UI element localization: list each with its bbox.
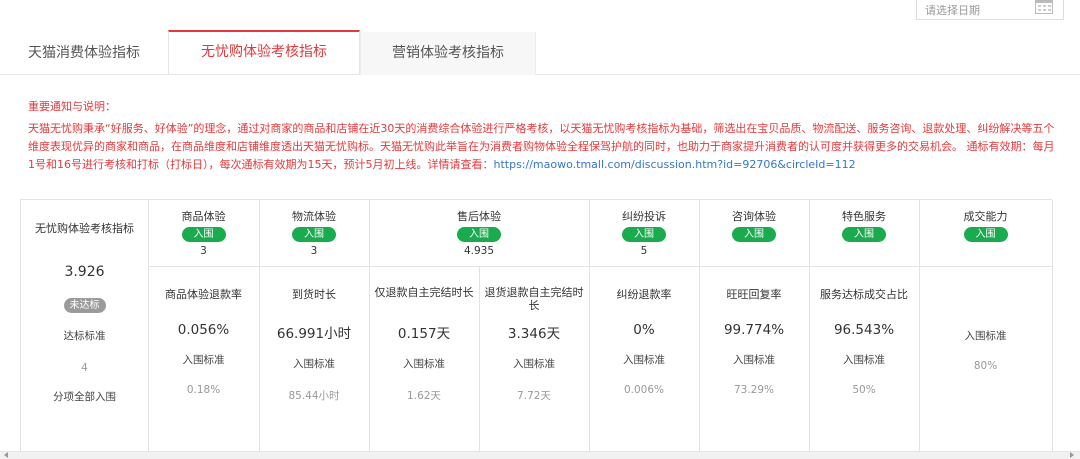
metric-transaction: 入围标准 80% xyxy=(919,328,1052,372)
metric-name: 服务达标成交占比 xyxy=(820,288,908,301)
standard-label: 达标标准 xyxy=(63,330,106,342)
category-name: 物流体验 xyxy=(292,210,336,223)
metric-threshold: 85.44小时 xyxy=(288,390,340,402)
metric-standard-label: 入围标准 xyxy=(403,358,445,370)
notice-link[interactable]: https://maowo.tmall.com/discussion.htm?i… xyxy=(494,158,856,171)
metric-value: 0.157天 xyxy=(397,326,451,342)
pass-badge: 入围 xyxy=(963,227,1008,242)
category-name: 售后体验 xyxy=(457,210,501,223)
category-consultation: 咨询体验 入围 xyxy=(699,208,809,242)
metric-name: 仅退款自主完结时长 xyxy=(374,286,474,299)
pass-badge: 入围 xyxy=(457,227,501,242)
metric-delivery-time: 到货时长 66.991小时 入围标准 85.44小时 xyxy=(259,286,369,403)
status-badge: 未达标 xyxy=(63,298,106,313)
category-after-sales: 售后体验 入围 4.935 xyxy=(369,208,589,257)
metric-name: 到货时长 xyxy=(292,288,336,301)
calendar-icon[interactable] xyxy=(1035,0,1053,14)
metric-threshold: 0.18% xyxy=(186,384,221,396)
metric-threshold: 0.006% xyxy=(623,384,665,396)
category-name: 成交能力 xyxy=(963,210,1008,223)
category-name: 商品体验 xyxy=(181,210,226,223)
tab-worry-free-assessment[interactable]: 无忧购体验考核指标 xyxy=(168,30,360,74)
metric-threshold: 7.72天 xyxy=(517,390,551,402)
metric-value: 66.991小时 xyxy=(276,326,352,342)
assessment-table: 无忧购体验考核指标 3.926 未达标 达标标准 4 分项全部入围 商品体验 入… xyxy=(20,199,1053,452)
category-score: 5 xyxy=(640,245,648,257)
metric-value: 99.774% xyxy=(723,322,785,338)
metric-threshold: 80% xyxy=(973,360,998,372)
metric-name: 纠纷退款率 xyxy=(616,288,672,301)
metric-threshold: 73.29% xyxy=(733,384,775,396)
category-name: 咨询体验 xyxy=(732,210,776,223)
category-score: 3 xyxy=(310,245,318,257)
standard-value: 4 xyxy=(81,362,88,374)
pass-badge: 入围 xyxy=(292,227,336,242)
category-transaction: 成交能力 入围 xyxy=(919,208,1052,242)
horizontal-scrollbar[interactable] xyxy=(0,451,1080,459)
category-logistics: 物流体验 入围 3 xyxy=(259,208,369,257)
pass-badge: 入围 xyxy=(732,227,776,242)
metric-standard-label: 入围标准 xyxy=(293,358,335,370)
metric-name: 旺旺回复率 xyxy=(726,288,782,301)
metric-value: 3.346天 xyxy=(507,326,561,342)
scroll-left-icon[interactable] xyxy=(4,452,8,458)
metric-service-deal-ratio: 服务达标成交占比 96.543% 入围标准 50% xyxy=(809,286,919,396)
notice-body: 天猫无忧购秉承“好服务、好体验”的理念，通过对商家的商品和店铺在近30天的消费综… xyxy=(28,120,1058,174)
pass-badge: 入围 xyxy=(842,227,886,242)
metric-threshold: 50% xyxy=(852,384,876,396)
metric-name: 退货退款自主完结时长 xyxy=(484,286,584,312)
metric-standard-label: 入围标准 xyxy=(182,354,225,366)
metric-return-refund-time: 退货退款自主完结时长 3.346天 入围标准 7.72天 xyxy=(484,286,584,403)
metric-standard-label: 入围标准 xyxy=(513,358,555,370)
category-product: 商品体验 入围 3 xyxy=(148,208,259,257)
pass-badge: 入围 xyxy=(622,227,666,242)
category-special-service: 特色服务 入围 xyxy=(809,208,919,242)
category-score: 4.935 xyxy=(463,245,495,257)
overall-score: 3.926 xyxy=(64,264,105,280)
tab-tmall-consumer-experience[interactable]: 天猫消费体验指标 xyxy=(0,32,168,75)
metric-standard-label: 入围标准 xyxy=(623,354,665,366)
scroll-right-icon[interactable] xyxy=(1070,452,1074,458)
category-name: 特色服务 xyxy=(842,210,886,223)
metric-wangwang-reply-rate: 旺旺回复率 99.774% 入围标准 73.29% xyxy=(699,286,809,396)
metric-product-refund: 商品体验退款率 0.056% 入围标准 0.18% xyxy=(148,286,259,396)
tab-bar: 天猫消费体验指标 无忧购体验考核指标 营销体验考核指标 xyxy=(0,30,1080,75)
metric-standard-label: 入围标准 xyxy=(843,354,885,366)
notice-title: 重要通知与说明： xyxy=(28,100,116,113)
metric-dispute-refund-rate: 纠纷退款率 0% 入围标准 0.006% xyxy=(589,286,699,396)
metric-value: 0% xyxy=(633,322,655,338)
category-score: 3 xyxy=(200,245,207,257)
date-input-placeholder: 请选择日期 xyxy=(925,4,980,17)
table-corner-title: 无忧购体验考核指标 xyxy=(35,222,134,235)
pass-badge: 入围 xyxy=(181,227,226,242)
metric-refund-only-time: 仅退款自主完结时长 0.157天 入围标准 1.62天 xyxy=(374,286,474,403)
metric-standard-label: 入围标准 xyxy=(733,354,775,366)
category-disputes: 纠纷投诉 入围 5 xyxy=(589,208,699,257)
tab-marketing-assessment[interactable]: 营销体验考核指标 xyxy=(360,32,536,75)
all-pass-label: 分项全部入围 xyxy=(53,391,116,403)
metric-name: 商品体验退款率 xyxy=(165,288,242,301)
category-name: 纠纷投诉 xyxy=(622,210,666,223)
metric-standard-label: 入围标准 xyxy=(964,330,1007,342)
metric-threshold: 1.62天 xyxy=(407,390,441,402)
metric-value: 0.056% xyxy=(177,322,230,338)
date-picker[interactable]: 请选择日期 xyxy=(916,0,1064,20)
metric-value: 96.543% xyxy=(833,322,895,338)
